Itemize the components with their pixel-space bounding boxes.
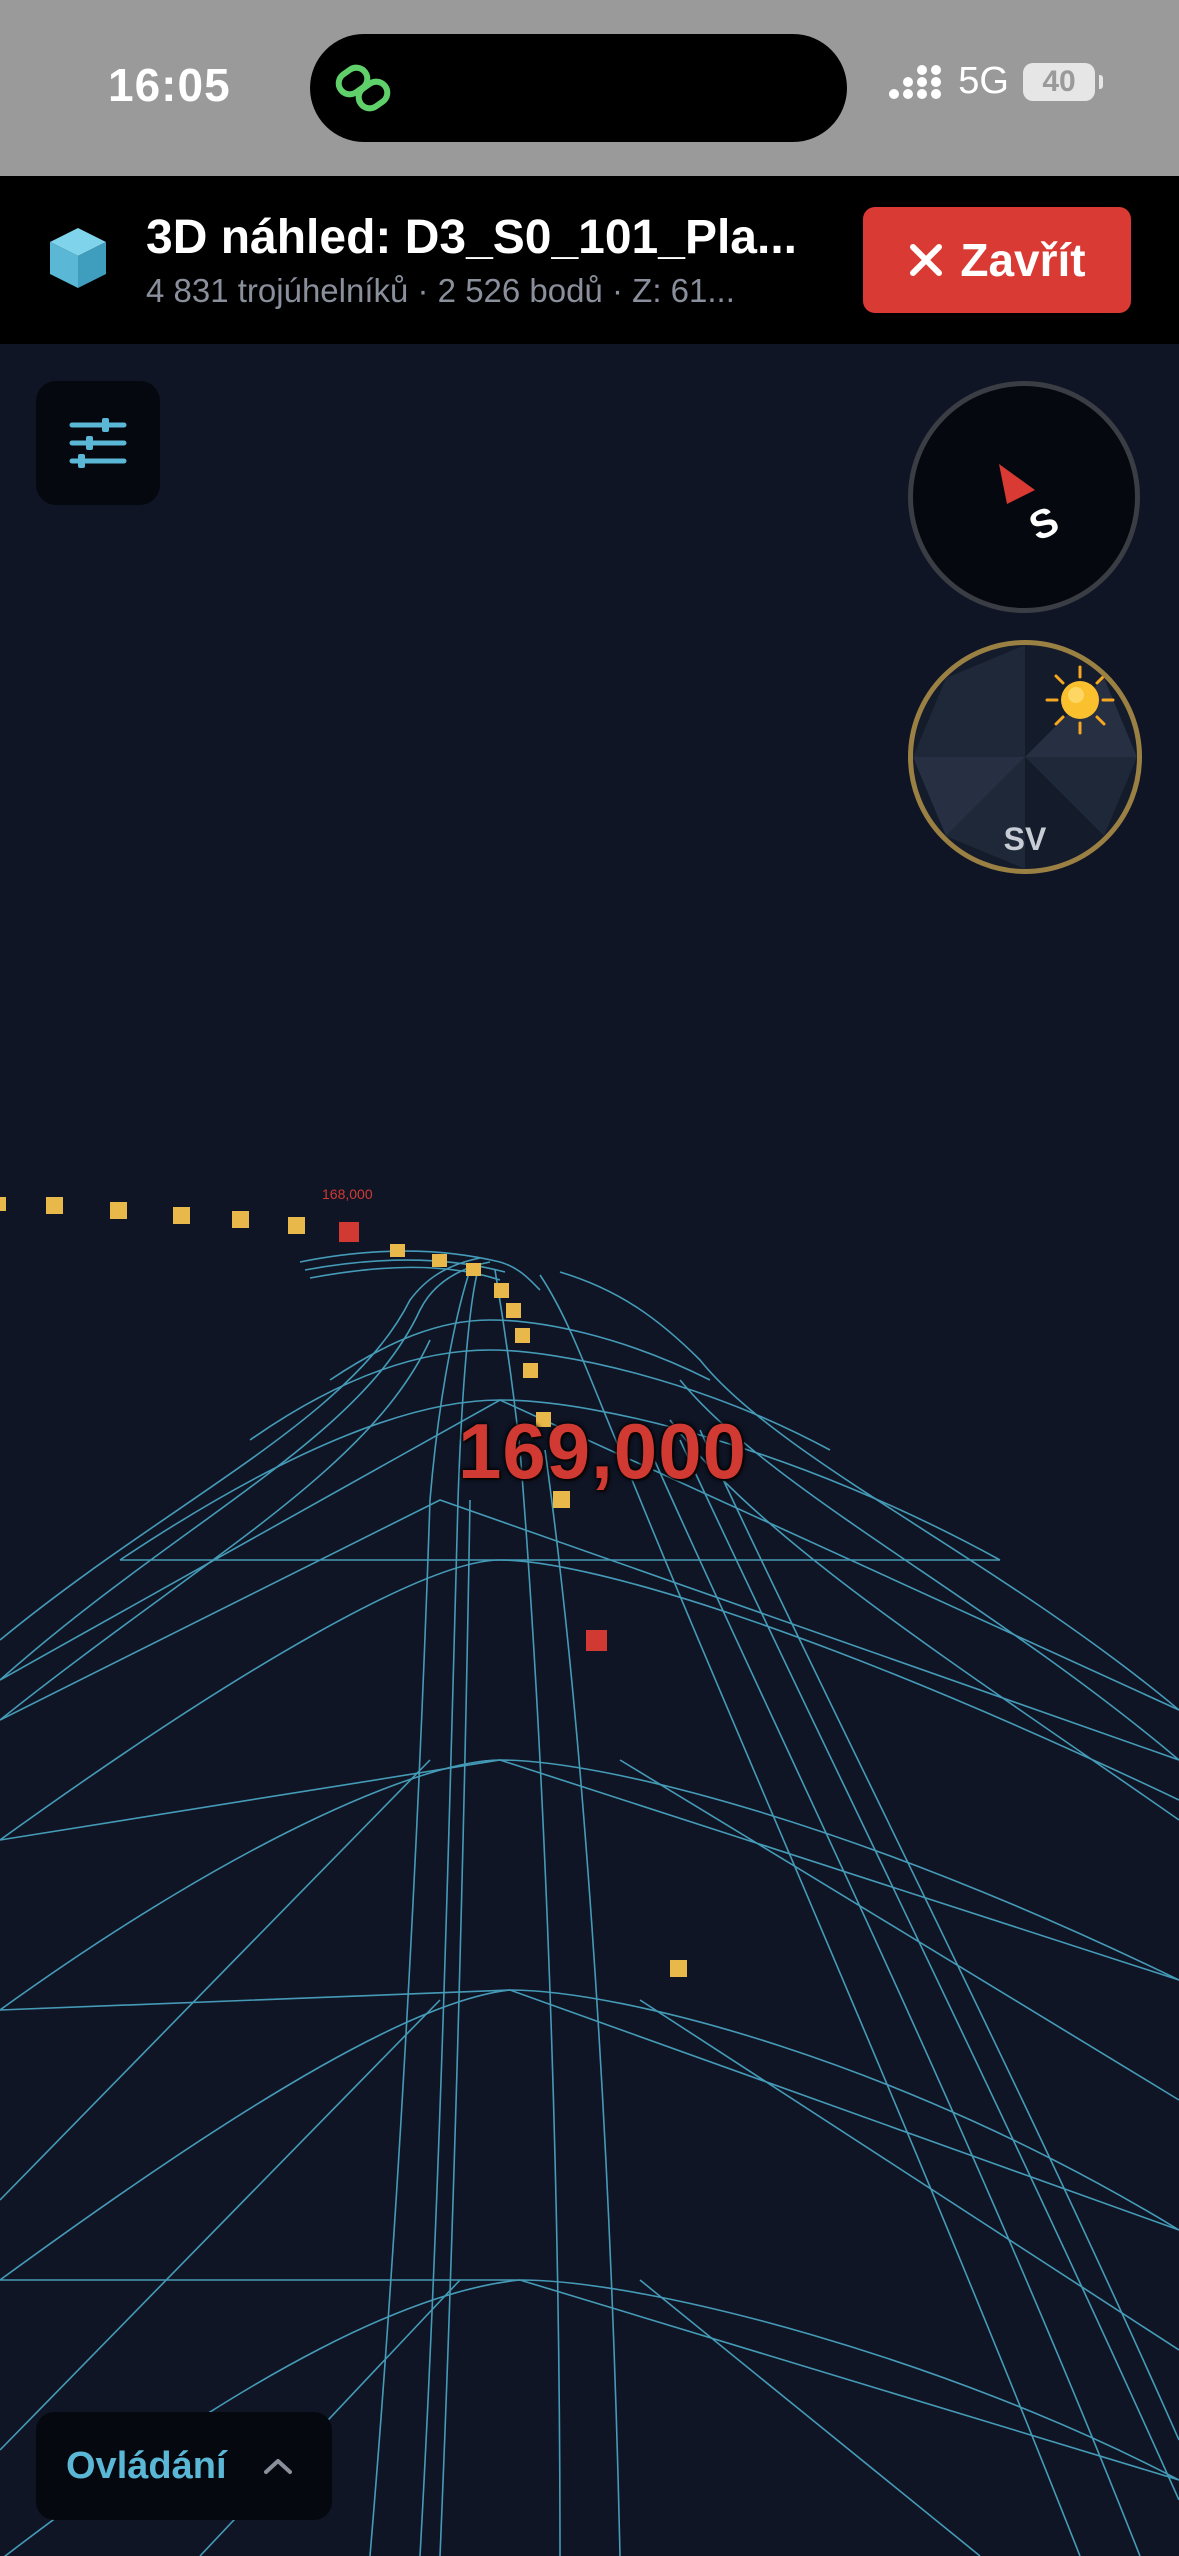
link-activity-icon — [335, 64, 391, 112]
settings-button[interactable] — [36, 381, 160, 505]
status-indicators: 5G 40 — [888, 60, 1103, 103]
status-bar: 16:05 5G 40 — [0, 0, 1179, 176]
viewer-header: 3D náhled: D3_S0_101_Pla... 4 831 trojúh… — [0, 176, 1179, 344]
viewer-stats: 4 831 trojúhelníků · 2 526 bodů · Z: 61.… — [146, 272, 735, 309]
sun-direction-label: SV — [1003, 821, 1047, 857]
cube-icon — [50, 228, 106, 288]
chevron-up-icon — [263, 2459, 292, 2474]
sun-position-button[interactable]: SV — [908, 640, 1142, 874]
viewer-title: 3D náhled: D3_S0_101_Pla... — [146, 211, 797, 264]
station-label-current: 169,000 — [458, 1407, 747, 1495]
close-icon — [910, 244, 943, 276]
dynamic-island — [310, 34, 847, 142]
compass-needle-icon — [999, 464, 1035, 504]
close-button[interactable]: Zavřít — [863, 207, 1131, 313]
sun-icon — [1045, 665, 1115, 735]
station-label-previous: 168,000 — [322, 1186, 373, 1202]
network-type: 5G — [958, 60, 1009, 102]
status-time: 16:05 — [108, 59, 231, 111]
battery-icon: 40 — [1023, 62, 1103, 101]
compass-button[interactable]: S — [908, 381, 1140, 613]
sliders-icon — [69, 418, 127, 468]
signal-icon — [889, 64, 942, 99]
controls-label: Ovládání — [66, 2444, 227, 2487]
close-button-label: Zavřít — [960, 234, 1086, 286]
controls-toggle-button[interactable]: Ovládání — [36, 2412, 332, 2520]
